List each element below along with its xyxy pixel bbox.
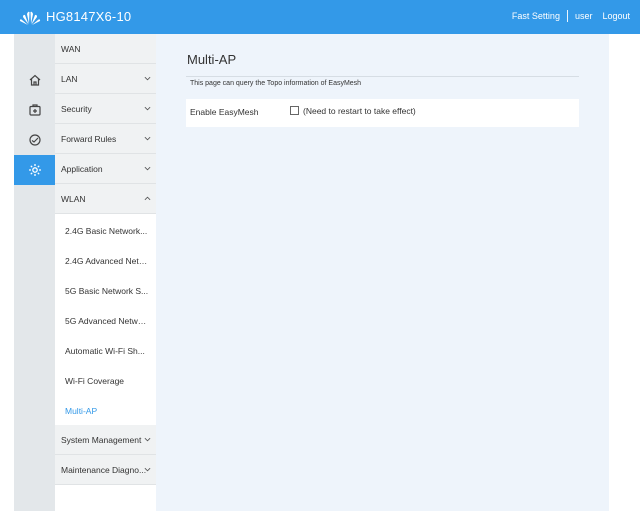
diagnostic-icon <box>28 134 41 146</box>
submenu-item-5g-advanced[interactable]: 5G Advanced Networ... <box>55 306 156 336</box>
device-icon <box>28 104 41 116</box>
chevron-down-icon <box>144 467 151 472</box>
submenu-item-label: Wi-Fi Coverage <box>65 376 125 386</box>
chevron-down-icon <box>144 106 151 111</box>
menu-item-lan[interactable]: LAN <box>55 64 156 94</box>
submenu-item-wifi-coverage[interactable]: Wi-Fi Coverage <box>55 366 156 396</box>
menu-item-forward-rules[interactable]: Forward Rules <box>55 124 156 154</box>
menu-item-label: System Management <box>61 435 142 445</box>
menu-item-label: Security <box>61 104 92 114</box>
home-icon <box>29 74 40 86</box>
top-bar: HG8147X6-10 Fast Setting user Logout <box>0 0 640 34</box>
submenu-item-24g-basic[interactable]: 2.4G Basic Network... <box>55 216 156 246</box>
user-link[interactable]: user <box>575 11 593 21</box>
chevron-down-icon <box>144 136 151 141</box>
submenu-item-label: 5G Advanced Networ... <box>65 316 150 326</box>
rail-device[interactable] <box>14 95 55 125</box>
huawei-logo-icon <box>19 11 41 25</box>
main-content: Multi-AP This page can query the Topo in… <box>156 34 609 511</box>
device-model: HG8147X6-10 <box>46 9 132 24</box>
enable-easymesh-label: Enable EasyMesh <box>190 107 259 117</box>
submenu-item-5g-basic[interactable]: 5G Basic Network S... <box>55 276 156 306</box>
easymesh-row: Enable EasyMesh (Need to restart to take… <box>186 99 579 127</box>
menu-item-label: Application <box>61 164 103 174</box>
gear-icon <box>28 164 41 176</box>
submenu-item-24g-advanced[interactable]: 2.4G Advanced Netw... <box>55 246 156 276</box>
menu-item-wlan[interactable]: WLAN <box>55 184 156 214</box>
rail-settings[interactable] <box>14 155 62 185</box>
chevron-up-icon <box>144 196 151 201</box>
right-margin <box>609 34 640 511</box>
menu-item-system-management[interactable]: System Management <box>55 425 156 455</box>
chevron-down-icon <box>144 166 151 171</box>
title-divider <box>186 76 579 77</box>
menu-item-maintenance-diagnosis[interactable]: Maintenance Diagno... <box>55 455 156 485</box>
submenu-item-auto-wifi-shutdown[interactable]: Automatic Wi-Fi Sh... <box>55 336 156 366</box>
chevron-down-icon <box>144 437 151 442</box>
submenu-item-label: Multi-AP <box>65 406 98 416</box>
side-menu: WAN LAN Security Forward Rules Applicati… <box>55 34 157 511</box>
submenu-item-label: 2.4G Advanced Netw... <box>65 256 150 266</box>
enable-easymesh-checkbox[interactable] <box>290 106 299 115</box>
divider <box>566 10 568 22</box>
menu-item-label: Forward Rules <box>61 134 117 144</box>
chevron-down-icon <box>144 76 151 81</box>
rail-diagnostic[interactable] <box>14 125 55 155</box>
submenu-item-label: 5G Basic Network S... <box>65 286 149 296</box>
submenu-item-multi-ap[interactable]: Multi-AP <box>55 396 156 426</box>
top-links: Fast Setting user Logout <box>512 10 630 22</box>
logout-link[interactable]: Logout <box>602 11 630 21</box>
submenu-item-label: Automatic Wi-Fi Sh... <box>65 346 145 356</box>
menu-item-label: WLAN <box>61 194 86 204</box>
submenu-item-label: 2.4G Basic Network... <box>65 226 148 236</box>
rail-home[interactable] <box>14 65 55 95</box>
page-title: Multi-AP <box>187 52 237 67</box>
icon-rail <box>14 34 62 511</box>
menu-item-label: LAN <box>61 74 78 84</box>
restart-note: (Need to restart to take effect) <box>303 106 416 116</box>
page-description: This page can query the Topo information… <box>190 80 362 87</box>
menu-item-security[interactable]: Security <box>55 94 156 124</box>
menu-item-label: Maintenance Diagno... <box>61 465 147 475</box>
menu-item-label: WAN <box>61 44 81 54</box>
menu-item-application[interactable]: Application <box>55 154 156 184</box>
fast-setting-link[interactable]: Fast Setting <box>512 11 560 21</box>
menu-item-wan[interactable]: WAN <box>55 34 156 64</box>
